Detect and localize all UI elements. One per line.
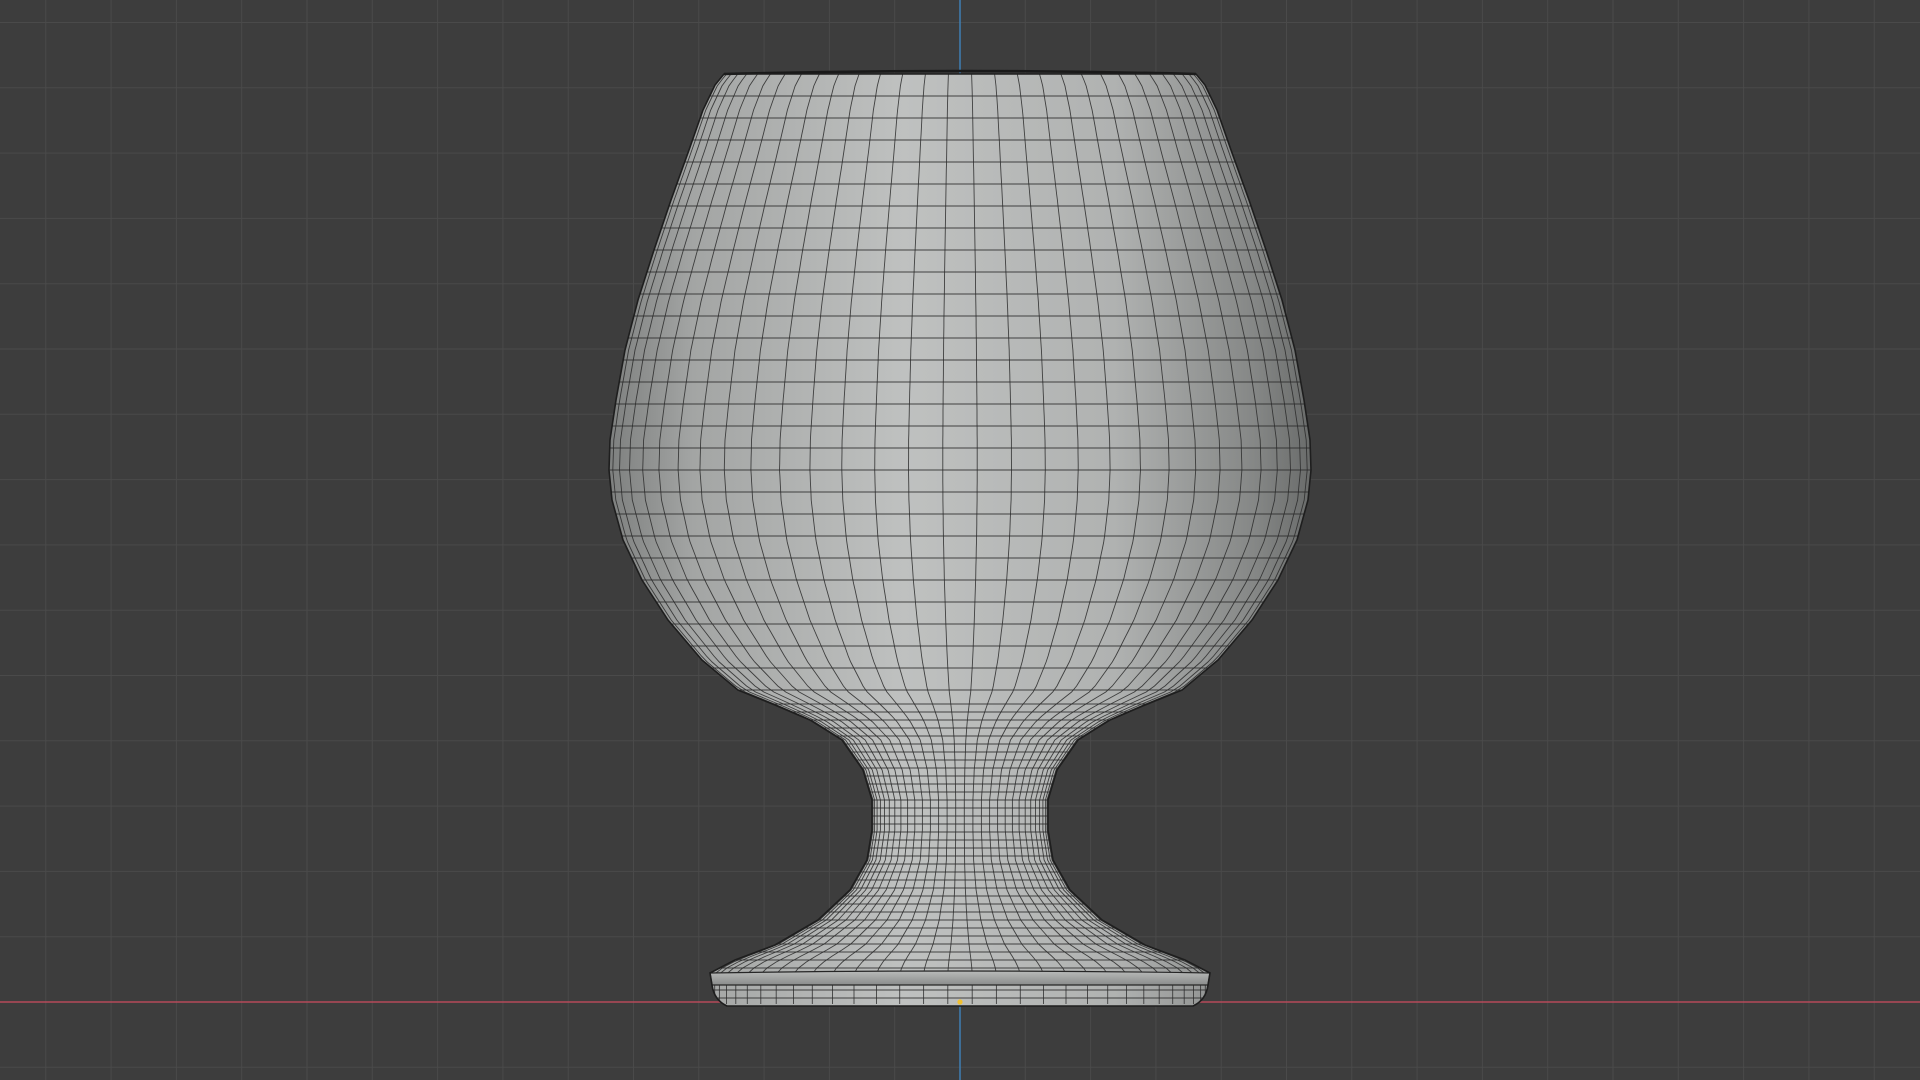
object-origin-icon[interactable] [957, 999, 963, 1005]
mesh-surface[interactable] [609, 74, 1311, 1006]
viewport-canvas[interactable] [0, 0, 1920, 1080]
3d-viewport[interactable] [0, 0, 1920, 1080]
mesh-object[interactable] [608, 69, 1312, 1007]
mesh-foot-edge [709, 970, 1211, 986]
